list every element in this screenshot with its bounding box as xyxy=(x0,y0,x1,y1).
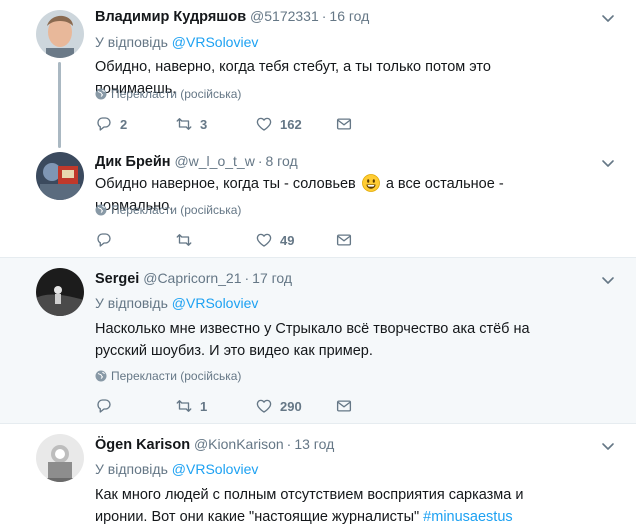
retweet-button[interactable]: 1 xyxy=(175,397,207,417)
translate-label[interactable]: Перекласти (російська) xyxy=(111,369,241,383)
retweet-count: 3 xyxy=(200,117,208,132)
tweet-text: Насколько мне известно у Стрыкало всё тв… xyxy=(95,321,530,359)
translate-link[interactable]: Перекласти (російська) xyxy=(95,202,241,218)
display-name[interactable]: Sergei xyxy=(95,271,139,287)
tweet-actions: 1 290 xyxy=(95,397,375,417)
username[interactable]: @KionKarison xyxy=(194,436,284,452)
chevron-down-icon[interactable] xyxy=(600,438,616,454)
tweet-actions: 49 xyxy=(95,231,375,251)
retweet-icon xyxy=(175,231,193,249)
avatar[interactable] xyxy=(36,152,84,200)
reply-context: У відповідь @VRSoloviev xyxy=(95,294,258,312)
reply-button[interactable] xyxy=(95,231,120,251)
display-name[interactable]: Ögen Karison xyxy=(95,437,190,453)
timestamp[interactable]: 13 год xyxy=(294,436,334,452)
reply-mention-link[interactable]: @VRSoloviev xyxy=(172,34,259,50)
like-button[interactable]: 162 xyxy=(255,115,302,135)
username[interactable]: @w_l_o_t_w xyxy=(174,153,254,169)
tweet-header: Sergei @Capricorn_21 · 17 год xyxy=(95,268,616,288)
chevron-down-icon[interactable] xyxy=(600,272,616,288)
tweet-4[interactable]: Ögen Karison @KionKarison · 13 год У відпо… xyxy=(0,424,636,526)
tweet-header: Дик Брейн @w_l_o_t_w · 8 год xyxy=(95,151,616,171)
heart-icon xyxy=(255,115,273,133)
timestamp[interactable]: 16 год xyxy=(329,8,369,24)
translate-link[interactable]: Перекласти (російська) xyxy=(95,368,241,384)
tweet-actions: 2 3 162 xyxy=(95,115,375,135)
grinning-face-emoji-icon xyxy=(361,174,380,192)
reply-icon xyxy=(95,231,113,249)
reply-icon xyxy=(95,397,113,415)
reply-prefix: У відповідь xyxy=(95,461,168,477)
reply-context: У відповідь @VRSoloviev xyxy=(95,33,258,51)
reply-mention-link[interactable]: @VRSoloviev xyxy=(172,461,259,477)
hashtag-link[interactable]: #minusaestus xyxy=(423,509,512,525)
timestamp[interactable]: 8 год xyxy=(265,153,297,169)
globe-icon xyxy=(95,88,107,100)
translate-label[interactable]: Перекласти (російська) xyxy=(111,203,241,217)
reply-prefix: У відповідь xyxy=(95,34,168,50)
direct-message-button[interactable] xyxy=(335,115,353,135)
retweet-icon xyxy=(175,115,193,133)
reply-icon xyxy=(95,115,113,133)
reply-context: У відповідь @VRSoloviev xyxy=(95,460,258,478)
like-count: 290 xyxy=(280,399,302,414)
tweet-text: Как много людей с полным отсутствием вос… xyxy=(95,484,565,526)
separator-dot: · xyxy=(257,153,263,169)
retweet-button[interactable]: 3 xyxy=(175,115,207,135)
envelope-icon xyxy=(335,397,353,415)
tweet-header: Владимир Кудряшов @5172331 · 16 год xyxy=(95,6,616,26)
reply-mention-link[interactable]: @VRSoloviev xyxy=(172,295,259,311)
tweet-1[interactable]: Владимир Кудряшов @5172331 · 16 год У відп… xyxy=(0,0,636,148)
envelope-icon xyxy=(335,231,353,249)
chevron-down-icon[interactable] xyxy=(600,155,616,171)
direct-message-button[interactable] xyxy=(335,397,353,417)
translate-label[interactable]: Перекласти (російська) xyxy=(111,87,241,101)
retweet-icon xyxy=(175,397,193,415)
timestamp[interactable]: 17 год xyxy=(252,270,292,286)
tweet-3[interactable]: Sergei @Capricorn_21 · 17 год У відповідь … xyxy=(0,258,636,423)
tweet-header: Ögen Karison @KionKarison · 13 год xyxy=(95,434,616,454)
avatar[interactable] xyxy=(36,434,84,482)
display-name[interactable]: Дик Брейн xyxy=(95,154,171,170)
retweet-count: 1 xyxy=(200,399,208,414)
avatar[interactable] xyxy=(36,268,84,316)
heart-icon xyxy=(255,231,273,249)
reply-count: 2 xyxy=(120,117,128,132)
direct-message-button[interactable] xyxy=(335,231,353,251)
reply-button[interactable]: 2 xyxy=(95,115,127,135)
heart-icon xyxy=(255,397,273,415)
envelope-icon xyxy=(335,115,353,133)
like-button[interactable]: 49 xyxy=(255,231,294,251)
reply-prefix: У відповідь xyxy=(95,295,168,311)
tweet-text-start: Обидно наверное, когда ты - соловьев xyxy=(95,176,356,192)
reply-button[interactable] xyxy=(95,397,120,417)
retweet-button[interactable] xyxy=(175,231,200,251)
username[interactable]: @Capricorn_21 xyxy=(143,270,241,286)
tweet-2[interactable]: Дик Брейн @w_l_o_t_w · 8 год Обидно наверн… xyxy=(0,146,636,257)
like-button[interactable]: 290 xyxy=(255,397,302,417)
separator-dot: · xyxy=(244,270,250,286)
display-name[interactable]: Владимир Кудряшов xyxy=(95,9,246,25)
separator-dot: · xyxy=(286,436,292,452)
avatar[interactable] xyxy=(36,10,84,58)
like-count: 49 xyxy=(280,233,295,248)
username[interactable]: @5172331 xyxy=(250,8,319,24)
globe-icon xyxy=(95,370,107,382)
chevron-down-icon[interactable] xyxy=(600,10,616,26)
like-count: 162 xyxy=(280,117,302,132)
translate-link[interactable]: Перекласти (російська) xyxy=(95,86,241,102)
separator-dot: · xyxy=(321,8,327,24)
thread-line xyxy=(58,62,61,148)
globe-icon xyxy=(95,204,107,216)
